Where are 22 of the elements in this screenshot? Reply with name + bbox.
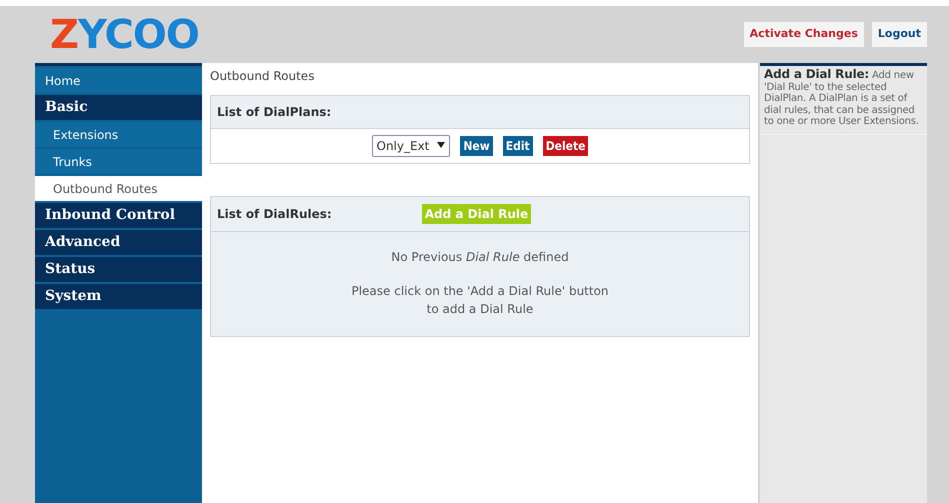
menu-section[interactable]: Basic xyxy=(35,95,202,120)
menu-section[interactable]: Advanced xyxy=(35,230,202,255)
panel-title: List of DialPlans: xyxy=(217,104,332,121)
empty-message: No Previous Dial Rule defined xyxy=(391,249,569,266)
panel-title: List of DialRules: xyxy=(217,206,332,223)
logout-button[interactable]: Logout xyxy=(872,22,927,47)
help-text: Add a Dial Rule: Add new 'Dial Rule' to the selected DialPlan. A DialPlan is a set of dial rules, that can be assigned to one or more User Extensions. xyxy=(760,66,927,135)
breadcrumb: Outbound Routes xyxy=(210,68,316,85)
dialplan-select[interactable]: Only_Ext xyxy=(372,135,450,157)
menu-section[interactable]: Inbound Control xyxy=(35,203,202,228)
dialplan-button[interactable]: Edit xyxy=(502,136,533,156)
menu-item[interactable]: Extensions xyxy=(35,122,202,147)
menu-item[interactable]: Trunks xyxy=(35,149,202,174)
dialplan-button[interactable]: New xyxy=(460,136,493,156)
menu-item[interactable]: Outbound Routes xyxy=(35,176,202,201)
activate-changes-button[interactable]: Activate Changes xyxy=(744,22,864,47)
logo: ZYCOO xyxy=(50,14,199,54)
menu-section[interactable]: Status xyxy=(35,257,202,282)
dialplan-button[interactable]: Delete xyxy=(542,136,588,156)
menu-section[interactable]: System xyxy=(35,284,202,309)
hint-text: Please click on the 'Add a Dial Rule' button to add a Dial Rule xyxy=(350,283,610,318)
menu-item[interactable]: Home xyxy=(35,68,202,93)
